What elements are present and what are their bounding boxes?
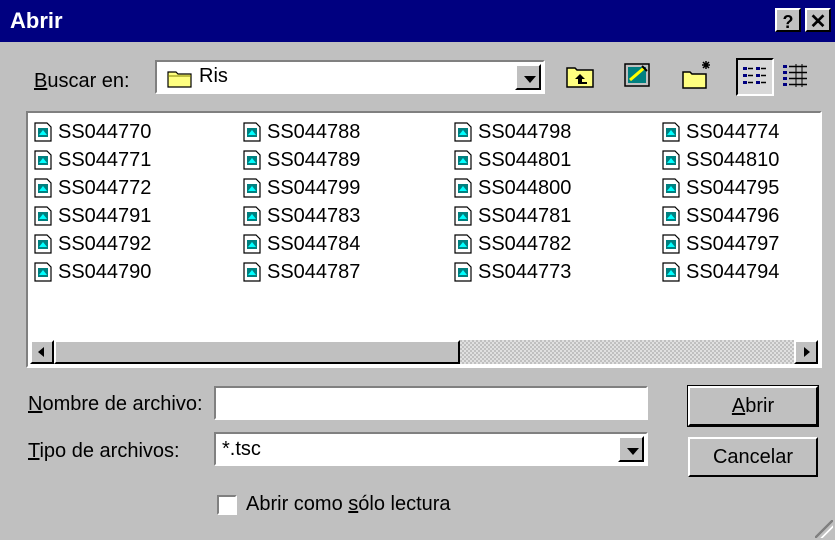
help-button[interactable]: ? bbox=[775, 8, 801, 32]
file-name: SS044783 bbox=[267, 205, 361, 227]
scroll-right-button[interactable] bbox=[794, 340, 818, 364]
file-name: SS044772 bbox=[58, 177, 152, 199]
up-one-level-button[interactable] bbox=[563, 58, 601, 96]
new-folder-icon bbox=[682, 61, 710, 89]
file-icon bbox=[454, 206, 472, 226]
look-in-value: Ris bbox=[199, 65, 228, 87]
filetype-value: *.tsc bbox=[222, 438, 261, 460]
dialog-title: Abrir bbox=[10, 8, 63, 33]
file-icon bbox=[662, 262, 680, 282]
file-name: SS044770 bbox=[58, 121, 152, 143]
file-icon bbox=[662, 178, 680, 198]
desktop-button[interactable] bbox=[620, 58, 658, 96]
file-name: SS044791 bbox=[58, 205, 152, 227]
file-name: SS044810 bbox=[686, 149, 780, 171]
cancel-button[interactable]: Cancelar bbox=[688, 437, 818, 477]
title-bar[interactable]: Abrir ? ✕ bbox=[0, 0, 835, 42]
list-view-button[interactable] bbox=[736, 58, 774, 96]
file-icon bbox=[243, 262, 261, 282]
filetype-dropdown-button[interactable] bbox=[618, 436, 644, 462]
file-name: SS044781 bbox=[478, 205, 572, 227]
file-name: SS044797 bbox=[686, 233, 780, 255]
details-view-icon bbox=[783, 64, 807, 87]
folder-icon bbox=[167, 71, 192, 88]
file-icon bbox=[34, 122, 52, 142]
file-icon bbox=[243, 178, 261, 198]
file-icon bbox=[662, 150, 680, 170]
read-only-label[interactable]: Abrir como sólo lectura bbox=[246, 493, 451, 516]
file-icon bbox=[454, 262, 472, 282]
file-icon bbox=[662, 206, 680, 226]
file-name: SS044798 bbox=[478, 121, 572, 143]
filename-input[interactable] bbox=[214, 386, 648, 420]
file-icon bbox=[454, 178, 472, 198]
read-only-checkbox[interactable] bbox=[217, 495, 237, 515]
file-name: SS044771 bbox=[58, 149, 152, 171]
file-name: SS044782 bbox=[478, 233, 572, 255]
file-name: SS044789 bbox=[267, 149, 361, 171]
file-icon bbox=[34, 150, 52, 170]
file-name: SS044790 bbox=[58, 261, 152, 283]
up-one-level-icon bbox=[566, 67, 594, 88]
new-folder-button[interactable] bbox=[680, 58, 718, 96]
file-name: SS044796 bbox=[686, 205, 780, 227]
file-name: SS044774 bbox=[686, 121, 780, 143]
resize-grip[interactable] bbox=[815, 520, 833, 538]
close-button[interactable]: ✕ bbox=[805, 8, 831, 33]
file-icon bbox=[662, 234, 680, 254]
file-name: SS044794 bbox=[686, 261, 780, 283]
file-icon bbox=[243, 206, 261, 226]
filetype-label: Tipo de archivos: bbox=[28, 440, 180, 462]
scroll-left-button[interactable] bbox=[30, 340, 54, 364]
file-icon bbox=[662, 122, 680, 142]
file-icon bbox=[34, 178, 52, 198]
open-button[interactable]: Abrir bbox=[687, 385, 819, 427]
right-arrow-icon bbox=[804, 347, 810, 357]
file-name: SS044795 bbox=[686, 177, 780, 199]
left-arrow-icon bbox=[38, 347, 44, 357]
file-list[interactable]: SS044770 SS044788 SS044798 SS044774 SS044771… bbox=[26, 111, 822, 368]
scroll-thumb[interactable] bbox=[54, 340, 460, 364]
filetype-combo[interactable]: *.tsc bbox=[214, 432, 648, 466]
file-icon bbox=[454, 122, 472, 142]
file-icon bbox=[34, 206, 52, 226]
file-icon bbox=[243, 234, 261, 254]
filename-label: Nombre de archivo: bbox=[28, 393, 203, 415]
file-icon bbox=[454, 150, 472, 170]
file-icon bbox=[454, 234, 472, 254]
look-in-combo[interactable]: Ris bbox=[155, 60, 545, 94]
details-view-button[interactable] bbox=[778, 58, 816, 96]
desktop-icon bbox=[624, 63, 650, 87]
file-name: SS044792 bbox=[58, 233, 152, 255]
list-view-icon bbox=[743, 67, 766, 84]
open-dialog: Abrir ? ✕ Buscar en: Ris SS044770 SS0447… bbox=[0, 0, 835, 540]
file-name: SS044801 bbox=[478, 149, 572, 171]
file-icon bbox=[243, 150, 261, 170]
file-name: SS044788 bbox=[267, 121, 361, 143]
file-name: SS044800 bbox=[478, 177, 572, 199]
look-in-dropdown-button[interactable] bbox=[515, 64, 541, 90]
file-name: SS044784 bbox=[267, 233, 361, 255]
file-name: SS044787 bbox=[267, 261, 361, 283]
file-name: SS044799 bbox=[267, 177, 361, 199]
horizontal-scrollbar[interactable] bbox=[30, 340, 818, 364]
file-icon bbox=[34, 234, 52, 254]
file-name: SS044773 bbox=[478, 261, 572, 283]
file-icon bbox=[34, 262, 52, 282]
file-icon bbox=[243, 122, 261, 142]
look-in-label: Buscar en: bbox=[34, 70, 130, 92]
